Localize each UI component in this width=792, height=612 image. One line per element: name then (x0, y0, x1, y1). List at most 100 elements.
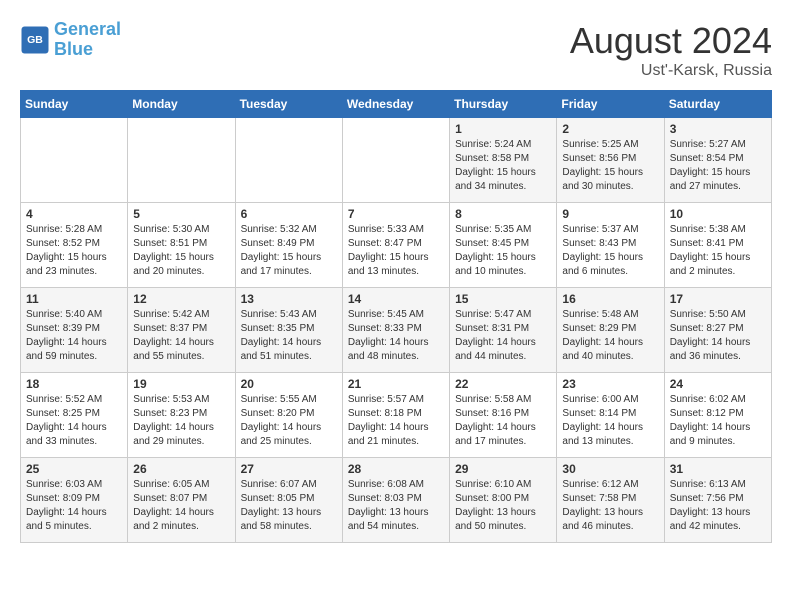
day-number: 14 (348, 292, 444, 306)
calendar-cell: 11 Sunrise: 5:40 AM Sunset: 8:39 PM Dayli… (21, 288, 128, 373)
calendar-week-5: 25Sunrise: 6:03 AM Sunset: 8:09 PM Dayli… (21, 458, 772, 543)
day-content: Sunrise: 5:48 AM Sunset: 8:29 PM Dayligh… (562, 308, 658, 364)
weekday-wednesday: Wednesday (342, 91, 449, 118)
day-content: Sunrise: 5:37 AM Sunset: 8:43 PM Dayligh… (562, 223, 658, 279)
month-title: August 2024 (570, 20, 772, 62)
day-number: 5 (133, 207, 229, 221)
calendar-cell: 12 Sunrise: 5:42 AM Sunset: 8:37 PM Dayli… (128, 288, 235, 373)
calendar-table: SundayMondayTuesdayWednesdayThursdayFrid… (20, 90, 772, 543)
day-number: 29 (455, 462, 551, 476)
calendar-cell: 25Sunrise: 6:03 AM Sunset: 8:09 PM Dayli… (21, 458, 128, 543)
calendar-cell: 21 Sunrise: 5:57 AM Sunset: 8:18 PM Dayli… (342, 373, 449, 458)
calendar-cell (235, 118, 342, 203)
day-number: 12 (133, 292, 229, 306)
day-number: 20 (241, 377, 337, 391)
calendar-week-1: 1 Sunrise: 5:24 AM Sunset: 8:58 PM Daylig… (21, 118, 772, 203)
calendar-cell (128, 118, 235, 203)
day-content: Sunrise: 5:43 AM Sunset: 8:35 PM Dayligh… (241, 308, 337, 364)
calendar-cell: 28 Sunrise: 6:08 AM Sunset: 8:03 PM Dayli… (342, 458, 449, 543)
day-number: 19 (133, 377, 229, 391)
calendar-cell: 16 Sunrise: 5:48 AM Sunset: 8:29 PM Dayli… (557, 288, 664, 373)
day-number: 10 (670, 207, 766, 221)
calendar-cell: 31 Sunrise: 6:13 AM Sunset: 7:56 PM Dayli… (664, 458, 771, 543)
day-content: Sunrise: 6:05 AM Sunset: 8:07 PM Dayligh… (133, 478, 229, 534)
logo-icon: GB (20, 25, 50, 55)
day-content: Sunrise: 6:08 AM Sunset: 8:03 PM Dayligh… (348, 478, 444, 534)
day-content: Sunrise: 5:30 AM Sunset: 8:51 PM Dayligh… (133, 223, 229, 279)
calendar-cell: 24 Sunrise: 6:02 AM Sunset: 8:12 PM Dayli… (664, 373, 771, 458)
day-number: 11 (26, 292, 122, 306)
day-number: 2 (562, 122, 658, 136)
day-number: 17 (670, 292, 766, 306)
day-number: 18 (26, 377, 122, 391)
day-content: Sunrise: 5:58 AM Sunset: 8:16 PM Dayligh… (455, 393, 551, 449)
calendar-cell: 17Sunrise: 5:50 AM Sunset: 8:27 PM Dayli… (664, 288, 771, 373)
calendar-body: 1 Sunrise: 5:24 AM Sunset: 8:58 PM Daylig… (21, 118, 772, 543)
calendar-cell: 1 Sunrise: 5:24 AM Sunset: 8:58 PM Daylig… (450, 118, 557, 203)
weekday-thursday: Thursday (450, 91, 557, 118)
day-number: 13 (241, 292, 337, 306)
page-header: GB GeneralBlue August 2024 Ust'-Karsk, R… (20, 20, 772, 80)
day-content: Sunrise: 5:55 AM Sunset: 8:20 PM Dayligh… (241, 393, 337, 449)
calendar-cell: 23Sunrise: 6:00 AM Sunset: 8:14 PM Dayli… (557, 373, 664, 458)
day-content: Sunrise: 5:42 AM Sunset: 8:37 PM Dayligh… (133, 308, 229, 364)
day-content: Sunrise: 6:00 AM Sunset: 8:14 PM Dayligh… (562, 393, 658, 449)
calendar-cell: 13 Sunrise: 5:43 AM Sunset: 8:35 PM Dayli… (235, 288, 342, 373)
day-number: 28 (348, 462, 444, 476)
calendar-cell: 3 Sunrise: 5:27 AM Sunset: 8:54 PM Daylig… (664, 118, 771, 203)
day-number: 24 (670, 377, 766, 391)
day-content: Sunrise: 5:28 AM Sunset: 8:52 PM Dayligh… (26, 223, 122, 279)
calendar-week-3: 11 Sunrise: 5:40 AM Sunset: 8:39 PM Dayli… (21, 288, 772, 373)
day-content: Sunrise: 5:40 AM Sunset: 8:39 PM Dayligh… (26, 308, 122, 364)
calendar-cell: 8Sunrise: 5:35 AM Sunset: 8:45 PM Daylig… (450, 203, 557, 288)
calendar-cell: 2Sunrise: 5:25 AM Sunset: 8:56 PM Daylig… (557, 118, 664, 203)
day-content: Sunrise: 5:27 AM Sunset: 8:54 PM Dayligh… (670, 138, 766, 194)
location-title: Ust'-Karsk, Russia (570, 62, 772, 80)
logo-text: GeneralBlue (54, 20, 121, 60)
svg-text:GB: GB (27, 34, 43, 46)
calendar-cell: 29 Sunrise: 6:10 AM Sunset: 8:00 PM Dayli… (450, 458, 557, 543)
day-content: Sunrise: 6:07 AM Sunset: 8:05 PM Dayligh… (241, 478, 337, 534)
day-number: 30 (562, 462, 658, 476)
calendar-week-2: 4Sunrise: 5:28 AM Sunset: 8:52 PM Daylig… (21, 203, 772, 288)
day-content: Sunrise: 5:33 AM Sunset: 8:47 PM Dayligh… (348, 223, 444, 279)
day-content: Sunrise: 6:13 AM Sunset: 7:56 PM Dayligh… (670, 478, 766, 534)
day-content: Sunrise: 6:10 AM Sunset: 8:00 PM Dayligh… (455, 478, 551, 534)
weekday-monday: Monday (128, 91, 235, 118)
weekday-saturday: Saturday (664, 91, 771, 118)
title-block: August 2024 Ust'-Karsk, Russia (570, 20, 772, 80)
day-content: Sunrise: 6:02 AM Sunset: 8:12 PM Dayligh… (670, 393, 766, 449)
day-number: 15 (455, 292, 551, 306)
day-content: Sunrise: 5:57 AM Sunset: 8:18 PM Dayligh… (348, 393, 444, 449)
day-number: 26 (133, 462, 229, 476)
day-number: 16 (562, 292, 658, 306)
day-content: Sunrise: 5:47 AM Sunset: 8:31 PM Dayligh… (455, 308, 551, 364)
calendar-cell: 30 Sunrise: 6:12 AM Sunset: 7:58 PM Dayli… (557, 458, 664, 543)
calendar-cell: 9 Sunrise: 5:37 AM Sunset: 8:43 PM Daylig… (557, 203, 664, 288)
calendar-cell: 10 Sunrise: 5:38 AM Sunset: 8:41 PM Dayli… (664, 203, 771, 288)
calendar-cell: 26 Sunrise: 6:05 AM Sunset: 8:07 PM Dayli… (128, 458, 235, 543)
weekday-tuesday: Tuesday (235, 91, 342, 118)
weekday-friday: Friday (557, 91, 664, 118)
weekday-sunday: Sunday (21, 91, 128, 118)
day-number: 27 (241, 462, 337, 476)
day-content: Sunrise: 5:38 AM Sunset: 8:41 PM Dayligh… (670, 223, 766, 279)
calendar-cell: 4Sunrise: 5:28 AM Sunset: 8:52 PM Daylig… (21, 203, 128, 288)
day-number: 3 (670, 122, 766, 136)
day-content: Sunrise: 5:24 AM Sunset: 8:58 PM Dayligh… (455, 138, 551, 194)
calendar-cell: 14Sunrise: 5:45 AM Sunset: 8:33 PM Dayli… (342, 288, 449, 373)
day-content: Sunrise: 5:52 AM Sunset: 8:25 PM Dayligh… (26, 393, 122, 449)
day-number: 6 (241, 207, 337, 221)
day-number: 25 (26, 462, 122, 476)
day-number: 31 (670, 462, 766, 476)
calendar-week-4: 18 Sunrise: 5:52 AM Sunset: 8:25 PM Dayli… (21, 373, 772, 458)
day-number: 21 (348, 377, 444, 391)
day-number: 9 (562, 207, 658, 221)
day-number: 7 (348, 207, 444, 221)
day-number: 1 (455, 122, 551, 136)
day-content: Sunrise: 6:12 AM Sunset: 7:58 PM Dayligh… (562, 478, 658, 534)
calendar-cell: 19Sunrise: 5:53 AM Sunset: 8:23 PM Dayli… (128, 373, 235, 458)
calendar-cell: 20 Sunrise: 5:55 AM Sunset: 8:20 PM Dayli… (235, 373, 342, 458)
calendar-cell: 6Sunrise: 5:32 AM Sunset: 8:49 PM Daylig… (235, 203, 342, 288)
weekday-header-row: SundayMondayTuesdayWednesdayThursdayFrid… (21, 91, 772, 118)
